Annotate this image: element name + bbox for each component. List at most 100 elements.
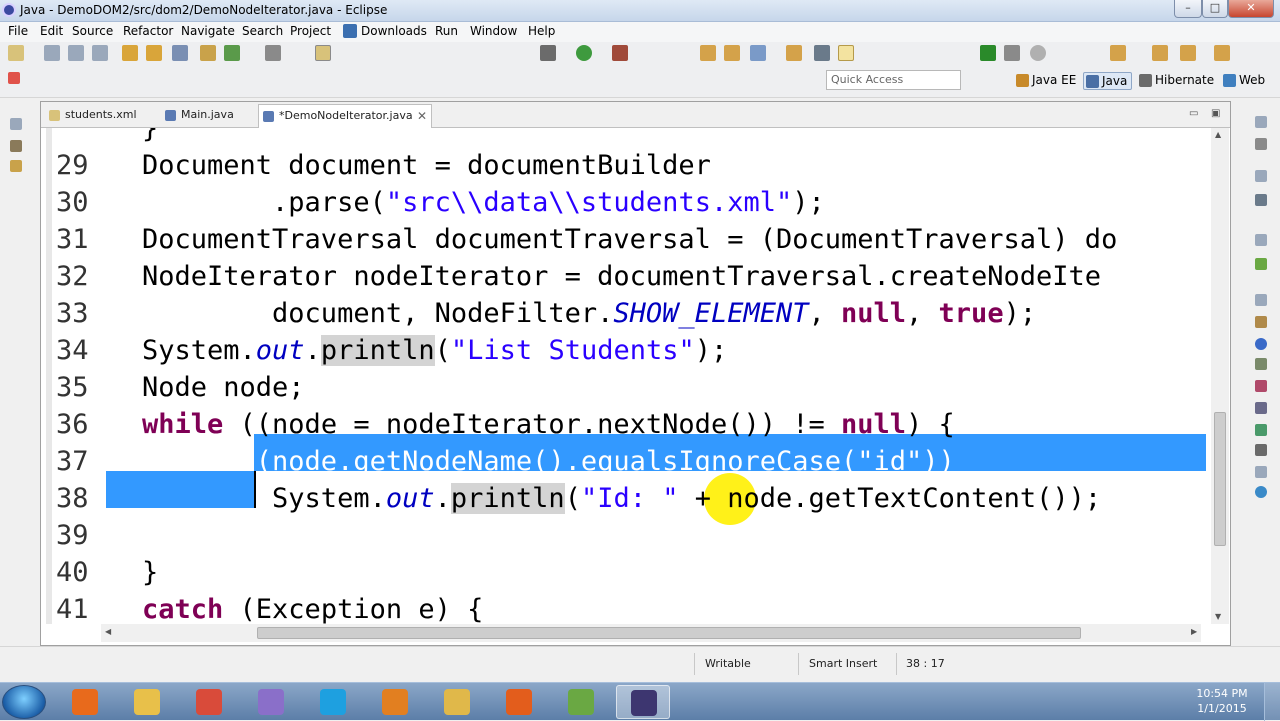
horizontal-scrollbar[interactable]: ◀ ▶: [101, 624, 1201, 642]
taskbar-skype[interactable]: [306, 685, 360, 719]
menu-edit[interactable]: Edit: [40, 24, 63, 38]
taskbar-notepad-plus-plus[interactable]: [554, 685, 608, 719]
taskbar-windows-media-player[interactable]: [58, 685, 112, 719]
scroll-left-icon[interactable]: ◀: [105, 627, 111, 636]
quick-access-input[interactable]: Quick Access: [826, 70, 961, 90]
save-all-icon[interactable]: [68, 45, 84, 61]
spring-icon[interactable]: [1255, 258, 1267, 270]
external-tools-icon[interactable]: [612, 45, 628, 61]
taskbar-outlook-powerpoint[interactable]: [368, 685, 422, 719]
help-icon[interactable]: [1255, 486, 1267, 498]
toggle-mark-icon[interactable]: [315, 45, 331, 61]
navigator-icon[interactable]: [10, 160, 22, 172]
new-package-icon[interactable]: [224, 45, 240, 61]
highlight-icon[interactable]: [838, 45, 854, 61]
horizontal-scroll-thumb[interactable]: [257, 627, 1081, 639]
menu-downloads[interactable]: Downloads: [361, 24, 427, 38]
line-number: 30: [56, 187, 89, 218]
task-list-icon[interactable]: [1255, 194, 1267, 206]
server-icon[interactable]: [1004, 45, 1020, 61]
taskbar-windows-explorer[interactable]: [430, 685, 484, 719]
menu-help[interactable]: Help: [528, 24, 555, 38]
restore-icon[interactable]: [1255, 116, 1267, 128]
scroll-down-icon[interactable]: ▼: [1215, 612, 1221, 621]
menu-bar: File Edit Source Refactor Navigate Searc…: [0, 22, 1280, 42]
back-history-icon[interactable]: [1180, 45, 1196, 61]
code-editor[interactable]: } 29 Document document = documentBuilder 3…: [46, 128, 1206, 624]
perspective-java[interactable]: Java: [1083, 72, 1133, 90]
maximize-editor-icon[interactable]: ▣: [1211, 108, 1220, 119]
tab-students-xml[interactable]: students.xml: [45, 104, 155, 128]
minimize-button[interactable]: –: [1174, 0, 1202, 18]
perspective-java-ee[interactable]: Java EE: [1014, 72, 1080, 90]
restore-icon[interactable]: [1255, 234, 1267, 246]
menu-run[interactable]: Run: [435, 24, 458, 38]
debug-icon[interactable]: [540, 45, 556, 61]
code-token: );: [1003, 298, 1037, 329]
new-icon[interactable]: [8, 45, 24, 61]
forward-icon[interactable]: [1214, 45, 1230, 61]
open-folder-icon[interactable]: [700, 45, 716, 61]
save-icon[interactable]: [44, 45, 60, 61]
servers-icon[interactable]: [1255, 380, 1267, 392]
xml-file-icon: [49, 110, 60, 121]
menu-source[interactable]: Source: [72, 24, 113, 38]
restore-icon[interactable]: [1255, 466, 1267, 478]
scroll-right-icon[interactable]: ▶: [1191, 627, 1197, 636]
declaration-icon[interactable]: [1255, 358, 1267, 370]
taskbar-firefox[interactable]: [492, 685, 546, 719]
launch-icon[interactable]: [980, 45, 996, 61]
package-explorer-icon[interactable]: [10, 140, 22, 152]
folder-icon-2[interactable]: [786, 45, 802, 61]
perspective-hibernate[interactable]: Hibernate: [1137, 72, 1218, 90]
menu-file[interactable]: File: [8, 24, 28, 38]
close-button[interactable]: ✕: [1228, 0, 1274, 18]
outline-view-icon[interactable]: [1255, 138, 1267, 150]
maximize-button[interactable]: □: [1202, 0, 1228, 18]
system-clock[interactable]: 10:54 PM 1/1/2015: [1190, 686, 1254, 716]
undo-icon[interactable]: [122, 45, 138, 61]
javadoc-icon[interactable]: [1255, 338, 1267, 350]
vertical-scroll-thumb[interactable]: [1214, 412, 1226, 546]
pin-icon[interactable]: [8, 72, 20, 84]
menu-refactor[interactable]: Refactor: [123, 24, 173, 38]
restore-icon[interactable]: [1255, 294, 1267, 306]
run-icon[interactable]: [576, 45, 592, 61]
next-annotation-icon[interactable]: [1110, 45, 1126, 61]
menu-window[interactable]: Window: [470, 24, 517, 38]
taskbar-messenger[interactable]: [244, 685, 298, 719]
console-icon[interactable]: [1255, 444, 1267, 456]
menu-search[interactable]: Search: [242, 24, 283, 38]
line-number: 29: [56, 150, 89, 181]
print-icon[interactable]: [92, 45, 108, 61]
new-class-icon[interactable]: [200, 45, 216, 61]
stop-icon[interactable]: [1030, 45, 1046, 61]
redo-icon[interactable]: [146, 45, 162, 61]
vertical-scrollbar[interactable]: ▲ ▼: [1211, 128, 1229, 624]
tab-demonodeiterator-java[interactable]: *DemoNodeIterator.java ✕: [258, 104, 432, 128]
tab-main-java[interactable]: Main.java: [161, 104, 247, 128]
taskbar-eclipse-java-ee[interactable]: [616, 685, 670, 719]
start-button[interactable]: [2, 685, 46, 719]
data-source-icon[interactable]: [1255, 402, 1267, 414]
perspective-web[interactable]: Web: [1221, 72, 1269, 90]
code-text: System.out.println("Id: " + node.getText…: [142, 480, 1101, 517]
menu-project[interactable]: Project: [290, 24, 331, 38]
back-icon[interactable]: [1152, 45, 1168, 61]
search-icon[interactable]: [265, 45, 281, 61]
scroll-up-icon[interactable]: ▲: [1215, 130, 1221, 139]
folder-icon[interactable]: [724, 45, 740, 61]
menu-navigate[interactable]: Navigate: [181, 24, 235, 38]
restore-icon[interactable]: [10, 118, 22, 130]
show-desktop-button[interactable]: [1264, 683, 1280, 721]
markers-icon[interactable]: [1255, 316, 1267, 328]
link-icon[interactable]: [750, 45, 766, 61]
snippets-icon[interactable]: [1255, 424, 1267, 436]
taskbar-chrome[interactable]: [182, 685, 236, 719]
minimize-editor-icon[interactable]: ▭: [1189, 108, 1198, 119]
restore-icon[interactable]: [1255, 170, 1267, 182]
taskbar-file-explorer-library[interactable]: [120, 685, 174, 719]
open-type-icon[interactable]: [172, 45, 188, 61]
outline-icon[interactable]: [814, 45, 830, 61]
close-tab-icon[interactable]: ✕: [417, 109, 427, 123]
